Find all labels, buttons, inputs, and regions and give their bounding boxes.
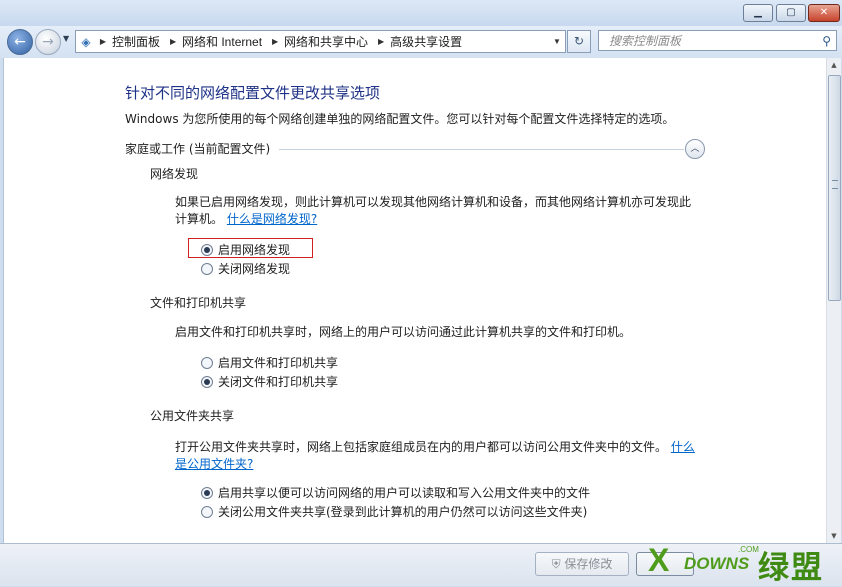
radio-button[interactable] [201, 486, 213, 499]
radio-button[interactable] [201, 375, 213, 388]
minimize-button[interactable]: ▁ [743, 4, 773, 22]
search-input[interactable]: 搜索控制面板 ⚲ [598, 30, 837, 51]
save-label: 保存修改 [564, 557, 613, 571]
navigation-bar: ← → ▼ ◈ ▶ 控制面板 ▶ 网络和 Internet ▶ 网络和共享中心 … [0, 26, 842, 58]
breadcrumb-control-panel[interactable]: 控制面板 [110, 33, 166, 50]
save-changes-button[interactable]: ⛨ 保存修改 [535, 552, 629, 576]
footer-bar: ⛨ 保存修改 X DOWNS .COM 绿盟 [0, 542, 842, 586]
file-printer-description: 启用文件和打印机共享时，网络上的用户可以访问通过此计算机共享的文件和打印机。 [175, 325, 632, 339]
maximize-button[interactable]: ▢ [776, 4, 806, 22]
close-icon: ✕ [819, 7, 829, 18]
chevron-up-icon: ︿ [690, 144, 700, 154]
collapse-button[interactable]: ︿ [685, 139, 705, 159]
what-is-network-discovery-link[interactable]: 什么是网络发现? [227, 212, 317, 226]
search-icon[interactable]: ⚲ [822, 31, 831, 52]
watermark-logo: X DOWNS .COM 绿盟 [640, 542, 842, 586]
address-bar[interactable]: ◈ ▶ 控制面板 ▶ 网络和 Internet ▶ 网络和共享中心 ▶ 高级共享… [75, 30, 566, 53]
radio-label: 关闭文件和打印机共享 [218, 375, 339, 389]
radio-button[interactable] [201, 262, 213, 275]
breadcrumb-network-sharing-center[interactable]: 网络和共享中心 [282, 33, 374, 50]
refresh-icon: ↻ [573, 34, 585, 48]
section-title-public-folder-sharing: 公用文件夹共享 [150, 409, 235, 423]
radio-disable-network-discovery[interactable]: 关闭网络发现 [201, 260, 290, 277]
back-arrow-icon: ← [14, 34, 26, 50]
radio-button[interactable] [201, 243, 213, 256]
profile-divider [279, 149, 684, 150]
chevron-right-icon[interactable]: ▶ [268, 37, 282, 46]
content-pane: 针对不同的网络配置文件更改共享选项 Windows 为您所使用的每个网络创建单独… [3, 58, 827, 543]
page-title: 针对不同的网络配置文件更改共享选项 [125, 84, 381, 102]
vertical-scrollbar[interactable]: ▲ ▼ [826, 58, 841, 543]
scroll-down-icon[interactable]: ▼ [827, 529, 841, 543]
forward-arrow-icon: → [42, 34, 54, 50]
watermark-com: .COM [738, 545, 759, 554]
breadcrumb-network-internet[interactable]: 网络和 Internet [180, 33, 268, 50]
address-dropdown-icon[interactable]: ▼ [549, 37, 565, 46]
breadcrumb-advanced-sharing[interactable]: 高级共享设置 [388, 33, 468, 50]
back-button[interactable]: ← [7, 29, 33, 55]
radio-enable-public-folder-sharing[interactable]: 启用共享以便可以访问网络的用户可以读取和写入公用文件夹中的文件 [201, 484, 590, 501]
section-title-file-printer-sharing: 文件和打印机共享 [150, 296, 247, 310]
watermark-downs: DOWNS [684, 554, 750, 573]
scrollbar-thumb[interactable] [828, 75, 841, 301]
search-placeholder: 搜索控制面板 [609, 34, 682, 48]
scroll-up-icon[interactable]: ▲ [827, 58, 841, 72]
close-button[interactable]: ✕ [808, 4, 840, 22]
recent-pages-dropdown[interactable]: ▼ [63, 34, 71, 46]
refresh-button[interactable]: ↻ [567, 30, 591, 53]
uac-shield-icon: ⛨ [551, 557, 561, 571]
radio-label: 启用共享以便可以访问网络的用户可以读取和写入公用文件夹中的文件 [218, 486, 591, 500]
maximize-icon: ▢ [786, 7, 796, 18]
chevron-right-icon[interactable]: ▶ [96, 37, 110, 46]
intro-text: Windows 为您所使用的每个网络创建单独的网络配置文件。您可以针对每个配置文… [125, 112, 675, 126]
radio-label: 关闭网络发现 [218, 262, 291, 276]
profile-label: 家庭或工作 (当前配置文件) [125, 142, 271, 156]
radio-enable-file-printer-sharing[interactable]: 启用文件和打印机共享 [201, 354, 338, 371]
title-bar: ▁ ▢ ✕ [0, 0, 842, 28]
grip-icon [832, 180, 838, 189]
chevron-right-icon[interactable]: ▶ [374, 37, 388, 46]
section-title-network-discovery: 网络发现 [150, 167, 199, 181]
radio-label: 启用文件和打印机共享 [218, 356, 339, 370]
public-folder-description: 打开公用文件夹共享时，网络上包括家庭组成员在内的用户都可以访问公用文件夹中的文件… [175, 439, 700, 473]
radio-button[interactable] [201, 356, 213, 369]
chevron-right-icon[interactable]: ▶ [166, 37, 180, 46]
radio-button[interactable] [201, 505, 213, 518]
radio-label: 启用网络发现 [218, 243, 291, 257]
minimize-icon: ▁ [754, 7, 762, 18]
forward-button[interactable]: → [35, 29, 61, 55]
radio-enable-network-discovery[interactable]: 启用网络发现 [201, 241, 290, 258]
network-icon: ◈ [81, 34, 91, 49]
network-discovery-description: 如果已启用网络发现，则此计算机可以发现其他网络计算机和设备，而其他网络计算机亦可… [175, 194, 700, 228]
radio-label: 关闭公用文件夹共享(登录到此计算机的用户仍然可以访问这些文件夹) [218, 505, 588, 519]
watermark-x-icon: X [648, 542, 670, 578]
radio-disable-public-folder-sharing[interactable]: 关闭公用文件夹共享(登录到此计算机的用户仍然可以访问这些文件夹) [201, 503, 587, 520]
watermark-cn: 绿盟 [758, 550, 824, 585]
public-folder-text: 打开公用文件夹共享时，网络上包括家庭组成员在内的用户都可以访问公用文件夹中的文件… [175, 440, 668, 454]
radio-disable-file-printer-sharing[interactable]: 关闭文件和打印机共享 [201, 373, 338, 390]
